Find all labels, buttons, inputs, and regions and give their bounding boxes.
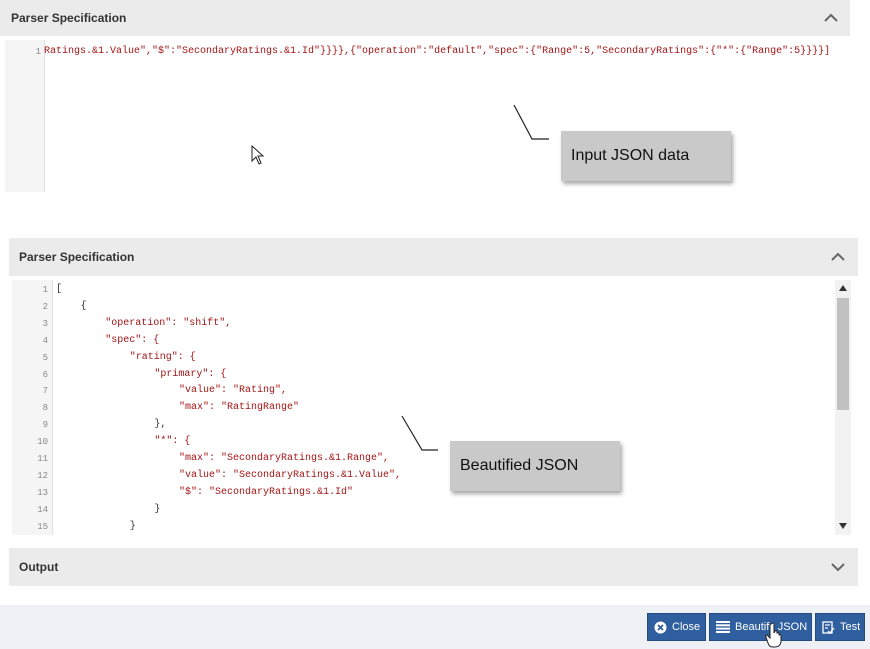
- callout-beautified-json: Beautified JSON: [450, 441, 620, 491]
- line-number: 1: [35, 47, 41, 57]
- callout-input-json: Input JSON data: [561, 131, 731, 181]
- line-number: 4: [42, 335, 48, 346]
- line-number: 14: [37, 504, 48, 515]
- scroll-down-icon[interactable]: [839, 523, 847, 529]
- test-document-icon: [822, 620, 835, 634]
- code-line: "spec": {: [105, 334, 160, 346]
- code-line: },: [154, 419, 167, 431]
- line-number: 7: [42, 386, 48, 397]
- line-number: 2: [42, 301, 48, 312]
- scroll-up-icon[interactable]: [839, 285, 847, 291]
- parser-spec-header-1[interactable]: Parser Specification: [0, 0, 850, 36]
- scrollbar-thumb[interactable]: [837, 298, 849, 410]
- vertical-scrollbar[interactable]: [835, 280, 851, 535]
- parser-spec-header-2[interactable]: Parser Specification: [9, 238, 858, 276]
- editor-gutter: [5, 40, 45, 192]
- line-number: 11: [37, 454, 48, 464]
- code-line: "max": "RatingRange": [179, 402, 300, 414]
- line-number: 15: [37, 521, 48, 532]
- code-line: "operation": "shift",: [105, 317, 232, 329]
- close-button[interactable]: Close: [647, 613, 706, 641]
- close-button-label: Close: [672, 621, 701, 633]
- chevron-down-icon[interactable]: [831, 562, 845, 572]
- line-number: 10: [37, 437, 48, 448]
- line-number: 9: [42, 420, 48, 431]
- code-line: [: [56, 284, 63, 295]
- line-number: 6: [42, 369, 48, 380]
- code-line: }: [154, 503, 161, 515]
- test-button[interactable]: Test: [815, 613, 865, 641]
- line-number: 5: [42, 352, 48, 363]
- code-line: "value": "Rating",: [179, 385, 288, 397]
- beautify-json-button[interactable]: Beautify JSON: [709, 613, 812, 641]
- close-circle-icon: [654, 621, 667, 633]
- chevron-up-icon[interactable]: [831, 252, 845, 262]
- code-line: Ratings.&1.Value","$":"SecondaryRatings.…: [44, 46, 831, 57]
- list-icon: [716, 621, 730, 633]
- panel-title: Parser Specification: [19, 250, 135, 264]
- callout-pointer-line: [401, 415, 438, 451]
- beautified-json-editor[interactable]: 1 [2 {3 "operation": "shift", 4 "spec": { 5 "ra…: [12, 280, 852, 535]
- callout-pointer-line: [513, 104, 549, 140]
- line-number: 8: [42, 403, 48, 414]
- output-panel-header[interactable]: Output: [9, 548, 858, 586]
- code-line: {: [80, 300, 87, 312]
- chevron-up-icon[interactable]: [824, 13, 838, 23]
- footer-bar: Close Beautify JSON Test: [0, 605, 870, 649]
- code-line: "max": "SecondaryRatings.&1.Range",: [179, 453, 390, 464]
- code-line: "rating": {: [129, 351, 196, 363]
- code-line: "value": "SecondaryRatings.&1.Value",: [179, 469, 402, 481]
- line-number: 1: [42, 285, 48, 295]
- hand-pointer-icon: [765, 622, 782, 648]
- code-line: "*": {: [154, 436, 191, 448]
- test-button-label: Test: [840, 621, 861, 633]
- panel-title: Output: [19, 560, 59, 574]
- line-number: 13: [37, 487, 48, 498]
- code-line: }: [129, 520, 136, 532]
- line-number: 3: [42, 318, 48, 329]
- panel-title: Parser Specification: [11, 11, 127, 25]
- line-number: 12: [37, 470, 48, 481]
- mouse-pointer-icon: [251, 145, 265, 165]
- code-line: "primary": {: [154, 368, 227, 380]
- code-line: "$": "SecondaryRatings.&1.Id": [179, 486, 354, 498]
